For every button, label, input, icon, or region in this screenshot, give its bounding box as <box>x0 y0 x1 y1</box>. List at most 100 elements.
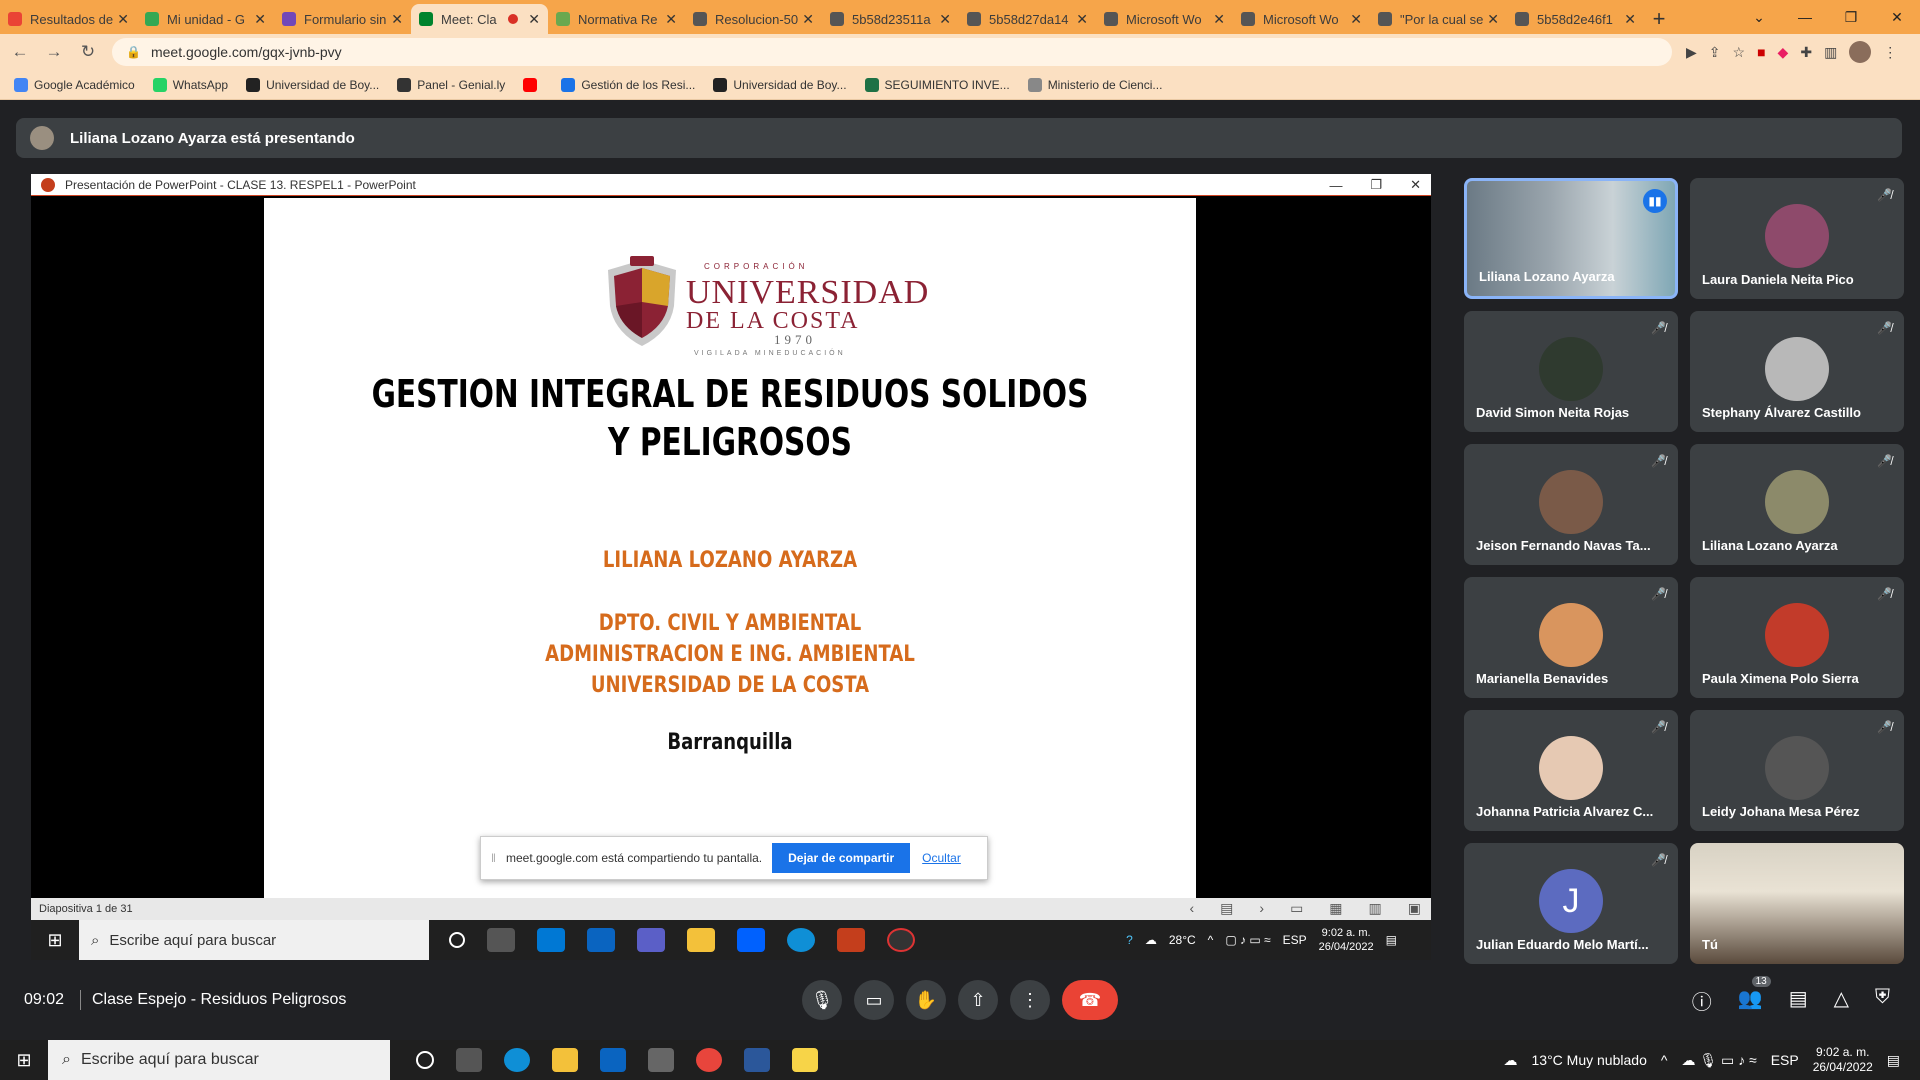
browser-tab[interactable]: "Por la cual se ✕ <box>1370 4 1507 34</box>
microphone-button[interactable]: 🎙 <box>802 980 842 1020</box>
extension2-icon[interactable]: ◆ <box>1778 44 1789 61</box>
participant-tile[interactable]: 🎤̸ Marianella Benavides <box>1464 577 1678 698</box>
present-button[interactable]: ⇧ <box>958 980 998 1020</box>
browser-tab[interactable]: 5b58d27da14 ✕ <box>959 4 1096 34</box>
profile-avatar[interactable] <box>1849 41 1872 63</box>
participant-tile[interactable]: 🎤̸ Liliana Lozano Ayarza <box>1690 444 1904 565</box>
minimize-button[interactable]: — <box>1782 0 1828 34</box>
browser-tab[interactable]: 5b58d2e46f1 ✕ <box>1507 4 1644 34</box>
tab-close-icon[interactable]: ✕ <box>117 11 129 28</box>
cortana-icon[interactable] <box>416 1051 434 1069</box>
new-tab-button[interactable]: + <box>1644 4 1674 34</box>
browser-tab[interactable]: Resolucion-50 ✕ <box>685 4 822 34</box>
participant-tile[interactable]: 🎤̸ Stephany Álvarez Castillo <box>1690 311 1904 432</box>
restore-button[interactable]: ❐ <box>1828 0 1874 34</box>
reload-icon[interactable]: ↻ <box>74 42 102 62</box>
sorter-view-icon: ▦ <box>1329 900 1343 916</box>
tab-close-icon[interactable]: ✕ <box>1487 11 1499 28</box>
meeting-info-icon[interactable]: ⓘ <box>1692 986 1712 1015</box>
participant-tile[interactable]: 🎤̸ Johanna Patricia Alvarez C... <box>1464 710 1678 831</box>
edge-icon[interactable] <box>504 1048 530 1072</box>
os-search-box[interactable]: ⌕ Escribe aquí para buscar <box>48 1040 390 1080</box>
bookmark-item[interactable]: Universidad de Boy... <box>713 77 847 92</box>
taskview-icon[interactable] <box>456 1048 482 1072</box>
more-options-button[interactable]: ⋮ <box>1010 980 1050 1020</box>
slide: CORPORACIÓN UNIVERSIDAD DE LA COSTA 1970… <box>264 198 1196 922</box>
share-icon[interactable]: ⇪ <box>1709 44 1721 61</box>
os-clock[interactable]: 9:02 a. m. 26/04/2022 <box>1813 1045 1873 1075</box>
host-controls-icon[interactable]: ⛨ <box>1875 986 1890 1015</box>
file-explorer-icon[interactable] <box>552 1048 578 1072</box>
tray-arrow-icon[interactable]: ^ <box>1661 1052 1668 1068</box>
chrome-icon[interactable] <box>696 1048 722 1072</box>
tab-close-icon[interactable]: ✕ <box>1350 11 1362 28</box>
tab-close-icon[interactable]: ✕ <box>1076 11 1088 28</box>
participant-tile[interactable]: 🎤̸ Leidy Johana Mesa Pérez <box>1690 710 1904 831</box>
tray-icons[interactable]: ☁ 🎙 ▭ ♪ ≈ <box>1681 1052 1756 1069</box>
camera-app-icon[interactable] <box>648 1048 674 1072</box>
stop-sharing-button[interactable]: Dejar de compartir <box>772 843 911 873</box>
browser-tab-active[interactable]: Meet: Cla ✕ <box>411 4 548 34</box>
grip-icon[interactable]: ‖ <box>491 851 496 865</box>
participant-tile[interactable]: ▮▮ Liliana Lozano Ayarza <box>1464 178 1678 299</box>
tab-close-icon[interactable]: ✕ <box>802 11 814 28</box>
tab-search-icon[interactable]: ⌄ <box>1736 0 1782 34</box>
puzzle-icon[interactable]: ✚ <box>1800 44 1812 61</box>
bookmark-item[interactable]: Universidad de Boy... <box>246 77 379 92</box>
leave-call-button[interactable]: ☎ <box>1062 980 1118 1020</box>
bookmark-item[interactable]: Gestión de los Resi... <box>561 77 695 92</box>
camera-button[interactable]: ▭ <box>854 980 894 1020</box>
browser-tab[interactable]: 5b58d23511a ✕ <box>822 4 959 34</box>
tab-close-icon[interactable]: ✕ <box>1624 11 1636 28</box>
bookmark-item[interactable]: Panel - Genial.ly <box>397 77 505 92</box>
participant-tile[interactable]: 🎤̸ David Simon Neita Rojas <box>1464 311 1678 432</box>
tab-close-icon[interactable]: ✕ <box>1213 11 1225 28</box>
activities-icon[interactable]: △ <box>1834 986 1849 1015</box>
browser-tab[interactable]: Resultados de ✕ <box>0 4 137 34</box>
hide-button[interactable]: Ocultar <box>922 851 961 865</box>
browser-tab[interactable]: Microsoft Wo ✕ <box>1233 4 1370 34</box>
os-lang[interactable]: ESP <box>1771 1052 1799 1068</box>
forward-icon[interactable]: → <box>40 42 68 62</box>
raise-hand-button[interactable]: ✋ <box>906 980 946 1020</box>
participant-tile[interactable]: 🎤̸ Laura Daniela Neita Pico <box>1690 178 1904 299</box>
chat-icon[interactable]: ▤ <box>1789 986 1808 1015</box>
people-icon[interactable]: 👥 13 <box>1738 975 1771 1015</box>
sticky-notes-icon[interactable] <box>792 1048 818 1072</box>
star-icon[interactable]: ☆ <box>1733 44 1746 61</box>
mic-off-icon: 🎤̸ <box>1877 188 1892 202</box>
mail-icon[interactable] <box>600 1048 626 1072</box>
bookmark-item[interactable]: SEGUIMIENTO INVE... <box>864 77 1010 92</box>
tab-close-icon[interactable]: ✕ <box>254 11 266 28</box>
mic-off-icon: 🎤̸ <box>1651 853 1666 867</box>
bookmark-item[interactable]: Ministerio de Cienci... <box>1027 77 1162 92</box>
windows-start-button[interactable]: ⊞ <box>0 1050 48 1071</box>
extension-icon[interactable]: ■ <box>1757 44 1765 60</box>
browser-tab[interactable]: Normativa Re ✕ <box>548 4 685 34</box>
menu-icon[interactable]: ⋮ <box>1883 44 1897 61</box>
tab-close-icon[interactable]: ✕ <box>939 11 951 28</box>
back-icon[interactable]: ← <box>6 42 34 62</box>
close-window-button[interactable]: ✕ <box>1874 0 1920 34</box>
sidepanel-icon[interactable]: ▥ <box>1824 44 1837 61</box>
participant-tile[interactable]: 🎤̸ J Julian Eduardo Melo Martí... <box>1464 843 1678 964</box>
word-icon[interactable] <box>744 1048 770 1072</box>
tab-label: "Por la cual se <box>1400 11 1484 27</box>
bookmark-item[interactable] <box>523 77 543 92</box>
weather-icon[interactable]: ☁ <box>1504 1052 1518 1069</box>
participant-tile[interactable]: 🎤̸ Jeison Fernando Navas Ta... <box>1464 444 1678 565</box>
participant-tile[interactable]: 🎤̸ Paula Ximena Polo Sierra <box>1690 577 1904 698</box>
camera-icon[interactable]: ▶ <box>1686 44 1697 61</box>
address-bar[interactable]: 🔒 meet.google.com/gqx-jvnb-pvy <box>112 38 1672 66</box>
browser-tab[interactable]: Formulario sin ✕ <box>274 4 411 34</box>
bookmark-item[interactable]: WhatsApp <box>152 77 228 92</box>
browser-tab[interactable]: Mi unidad - G ✕ <box>137 4 274 34</box>
tab-close-icon[interactable]: ✕ <box>391 11 403 28</box>
participant-tile[interactable]: Tú <box>1690 843 1904 964</box>
browser-tab[interactable]: Microsoft Wo ✕ <box>1096 4 1233 34</box>
tab-close-icon[interactable]: ✕ <box>665 11 677 28</box>
tab-close-icon[interactable]: ✕ <box>528 11 540 28</box>
weather-text[interactable]: 13°C Muy nublado <box>1532 1052 1647 1068</box>
bookmark-item[interactable]: Google Académico <box>14 77 135 92</box>
notification-center-icon[interactable]: ▤ <box>1887 1052 1900 1069</box>
